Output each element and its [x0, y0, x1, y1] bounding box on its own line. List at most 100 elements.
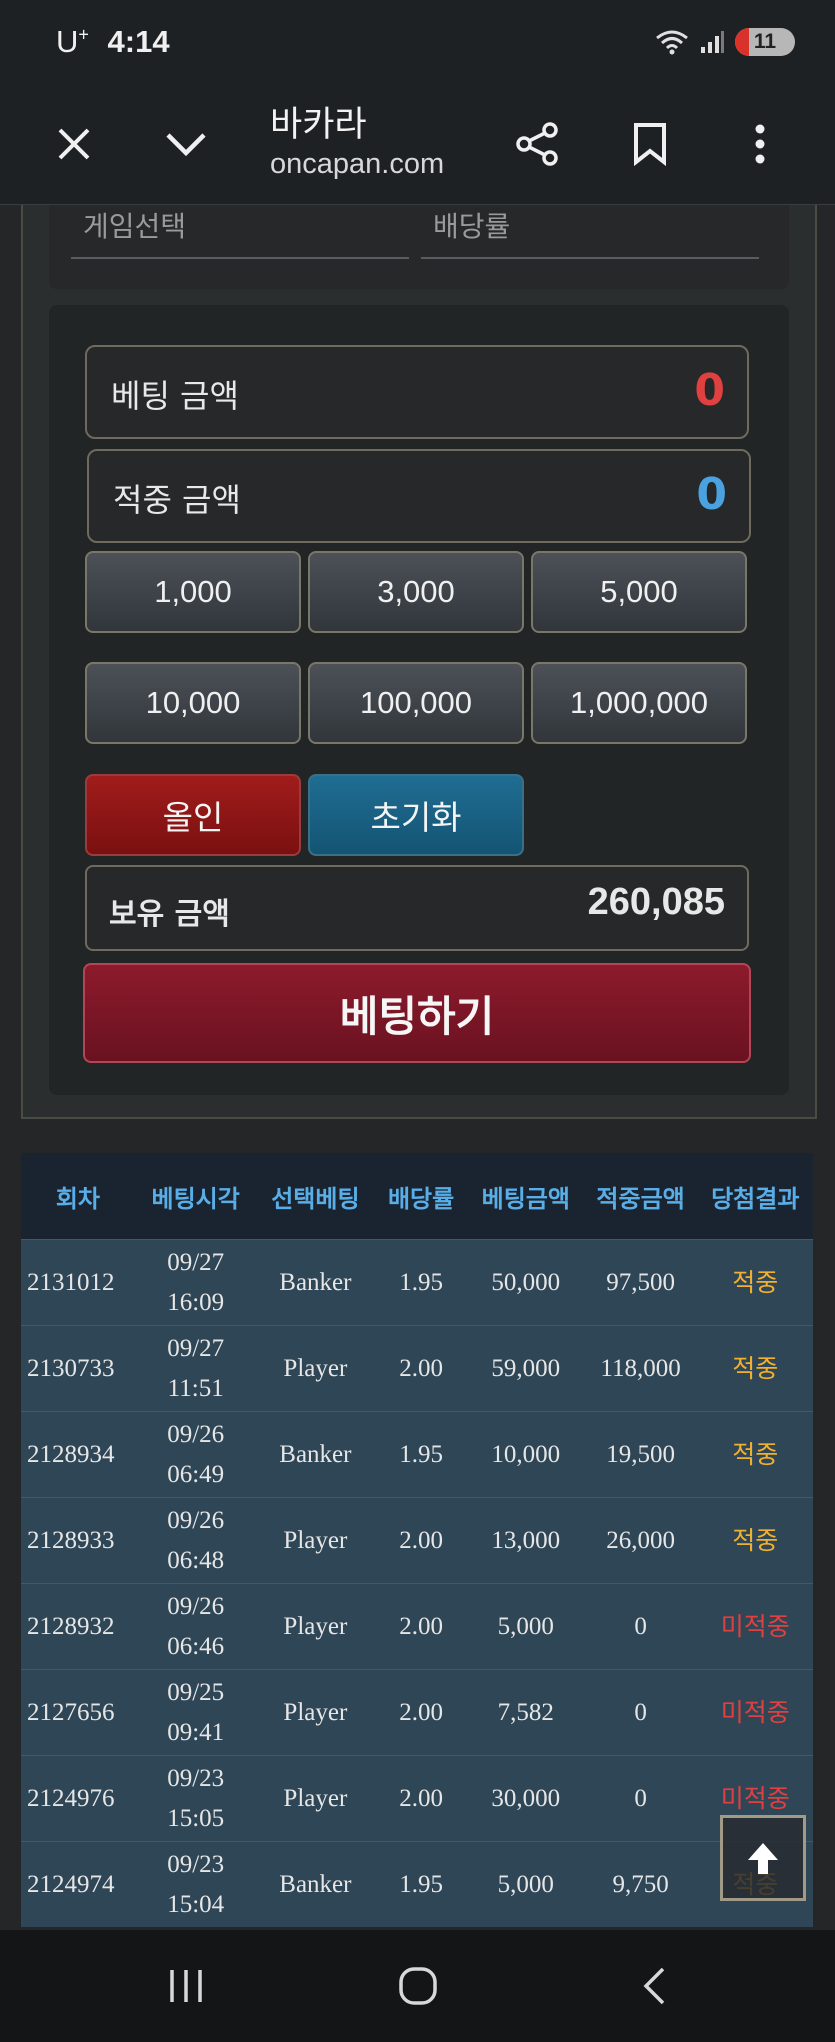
chip-5000-button[interactable]: 5,000 — [531, 551, 747, 633]
cell-bet-time: 09/25 09:41 — [134, 1669, 257, 1756]
cell-round: 2127656 — [21, 1669, 135, 1756]
cell-round: 2128932 — [21, 1583, 135, 1670]
col-odds: 배당률 — [374, 1153, 468, 1240]
betting-panel: 게임선택 배당률 베팅 금액 0 적중 금액 0 1,000 3,000 5,0… — [21, 205, 817, 1119]
table-row: 2127656 09/25 09:41 Player 2.00 7,582 0 미적중 — [21, 1669, 813, 1756]
reset-button[interactable]: 초기화 — [308, 774, 524, 856]
game-select-field[interactable]: 게임선택 — [71, 205, 409, 259]
cell-pick: Banker — [256, 1841, 375, 1927]
chip-3000-button[interactable]: 3,000 — [308, 551, 524, 633]
system-nav-bar — [0, 1930, 835, 2042]
signal-icon — [701, 31, 724, 53]
odds-field[interactable]: 배당률 — [421, 205, 759, 259]
carrier-sup: + — [78, 24, 89, 45]
cell-win-amount: 118,000 — [583, 1325, 698, 1412]
cell-time: 06:48 — [167, 1546, 225, 1574]
cell-win-amount: 0 — [583, 1669, 698, 1756]
bet-amount-label: 베팅 금액 — [111, 377, 239, 415]
cell-odds: 1.95 — [374, 1411, 468, 1498]
bet-history: 회차 베팅시각 선택베팅 배당률 베팅금액 적중금액 당첨결과 2131012 0… — [21, 1153, 813, 1927]
table-row: 2128932 09/26 06:46 Player 2.00 5,000 0 미적중 — [21, 1583, 813, 1670]
wifi-icon — [656, 30, 688, 55]
share-icon[interactable] — [510, 116, 566, 172]
table-row: 2130733 09/27 11:51 Player 2.00 59,000 118,000… — [21, 1325, 813, 1412]
balance-label: 보유 금액 — [109, 897, 230, 932]
cell-round: 2128934 — [21, 1411, 135, 1498]
cell-pick: Player — [256, 1583, 375, 1670]
col-result: 당첨결과 — [697, 1153, 813, 1240]
cell-time: 06:46 — [167, 1632, 225, 1660]
cell-result: 적중 — [697, 1497, 813, 1584]
cell-bet-time: 09/26 06:46 — [134, 1583, 257, 1670]
home-icon[interactable] — [388, 1956, 448, 2016]
cell-date: 09/25 — [167, 1678, 225, 1706]
carrier-label: U — [56, 24, 79, 59]
cell-win-amount: 97,500 — [583, 1239, 698, 1326]
bet-history-table: 회차 베팅시각 선택베팅 배당률 베팅금액 적중금액 당첨결과 2131012 0… — [21, 1153, 813, 1927]
col-win-amount: 적중금액 — [583, 1153, 698, 1240]
cell-bet-time: 09/27 11:51 — [134, 1325, 257, 1412]
cell-odds: 2.00 — [374, 1669, 468, 1756]
cell-bet-amount: 13,000 — [467, 1497, 584, 1584]
cell-pick: Banker — [256, 1411, 375, 1498]
cell-bet-time: 09/23 15:05 — [134, 1755, 257, 1842]
close-icon[interactable] — [46, 116, 102, 172]
cell-bet-amount: 5,000 — [467, 1583, 584, 1670]
table-row: 2131012 09/27 16:09 Banker 1.95 50,000 97,500 적… — [21, 1239, 813, 1326]
col-round: 회차 — [21, 1153, 135, 1240]
chip-100000-button[interactable]: 100,000 — [308, 662, 524, 744]
cell-bet-amount: 59,000 — [467, 1325, 584, 1412]
cell-bet-time: 09/27 16:09 — [134, 1239, 257, 1326]
page-title: 바카라 — [270, 105, 367, 144]
cell-time: 11:51 — [167, 1374, 224, 1402]
place-bet-button[interactable]: 베팅하기 — [83, 963, 751, 1063]
chip-10000-button[interactable]: 10,000 — [85, 662, 301, 744]
cell-date: 09/27 — [167, 1334, 225, 1362]
win-amount-value: 0 — [696, 469, 727, 520]
cell-bet-amount: 10,000 — [467, 1411, 584, 1498]
page-url[interactable]: oncapan.com — [270, 148, 444, 181]
battery-level: 11 — [753, 30, 777, 53]
battery-icon: 11 — [735, 28, 795, 56]
more-vert-icon[interactable] — [732, 116, 788, 172]
chevron-down-icon[interactable] — [158, 116, 214, 172]
table-header-row: 회차 베팅시각 선택베팅 배당률 베팅금액 적중금액 당첨결과 — [21, 1153, 813, 1240]
status-carrier: U+ 4:14 — [56, 24, 170, 60]
chip-1000-button[interactable]: 1,000 — [85, 551, 301, 633]
win-amount-box: 적중 금액 0 — [87, 449, 751, 543]
cell-round: 2124974 — [21, 1841, 135, 1927]
col-bet-amount: 베팅금액 — [467, 1153, 584, 1240]
back-icon[interactable] — [624, 1956, 684, 2016]
cell-result: 적중 — [697, 1325, 813, 1412]
cell-odds: 1.95 — [374, 1239, 468, 1326]
cell-time: 09:41 — [167, 1718, 225, 1746]
cell-round: 2131012 — [21, 1239, 135, 1326]
cell-round: 2130733 — [21, 1325, 135, 1412]
all-in-button[interactable]: 올인 — [85, 774, 301, 856]
arrow-up-icon — [748, 1843, 778, 1874]
cell-pick: Player — [256, 1497, 375, 1584]
cell-win-amount: 26,000 — [583, 1497, 698, 1584]
win-amount-label: 적중 금액 — [113, 481, 241, 519]
bookmark-icon[interactable] — [622, 116, 678, 172]
cell-time: 16:09 — [167, 1288, 225, 1316]
cell-date: 09/23 — [167, 1764, 225, 1792]
scroll-top-button[interactable] — [720, 1815, 806, 1901]
recent-apps-icon[interactable] — [156, 1956, 216, 2016]
cell-bet-time: 09/23 15:04 — [134, 1841, 257, 1927]
cell-win-amount: 0 — [583, 1583, 698, 1670]
col-bet-time: 베팅시각 — [134, 1153, 257, 1240]
bet-amount-value: 0 — [694, 365, 725, 416]
status-icons: 11 — [655, 28, 795, 56]
browser-toolbar: 바카라 oncapan.com — [0, 86, 835, 205]
cell-win-amount: 0 — [583, 1755, 698, 1842]
bet-amount-box: 베팅 금액 0 — [85, 345, 749, 439]
cell-bet-amount: 7,582 — [467, 1669, 584, 1756]
cell-win-amount: 19,500 — [583, 1411, 698, 1498]
cell-bet-amount: 5,000 — [467, 1841, 584, 1927]
cell-bet-amount: 50,000 — [467, 1239, 584, 1326]
table-row: 2128934 09/26 06:49 Banker 1.95 10,000 19,500 적… — [21, 1411, 813, 1498]
cell-odds: 2.00 — [374, 1583, 468, 1670]
chip-1000000-button[interactable]: 1,000,000 — [531, 662, 747, 744]
cell-date: 09/26 — [167, 1506, 225, 1534]
